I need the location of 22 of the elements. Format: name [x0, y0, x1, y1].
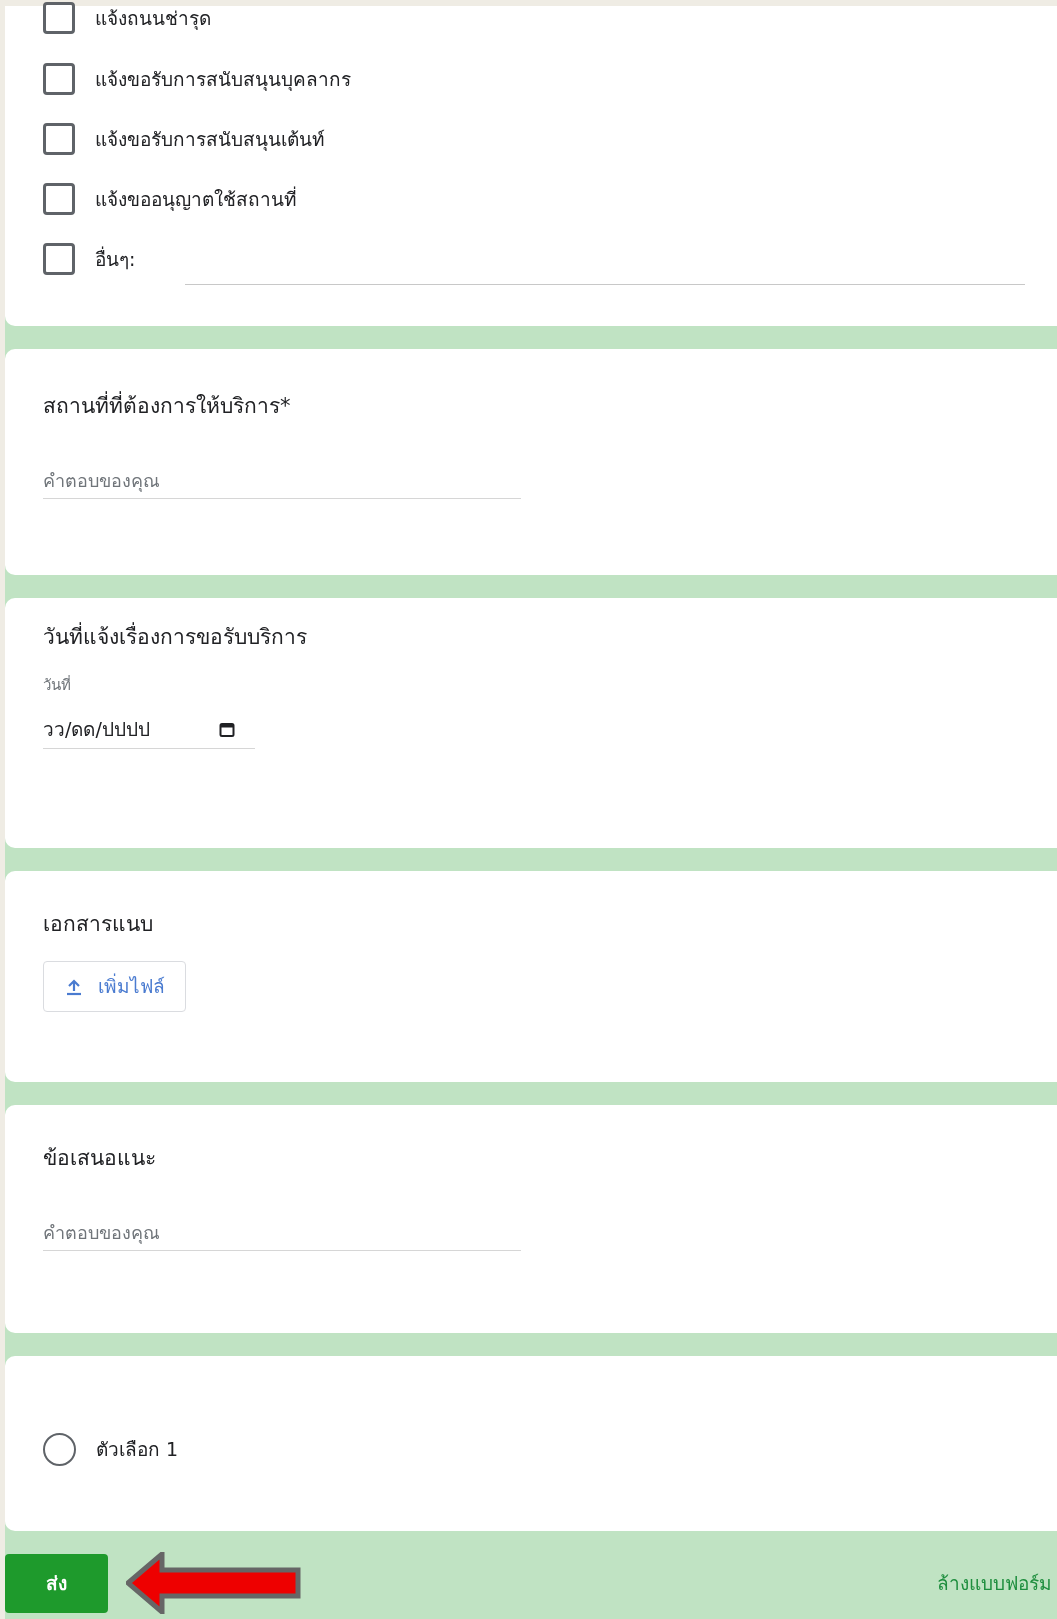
date-field[interactable]: วว/ดด/ปปปป — [43, 711, 255, 749]
option-label: แจ้งขออนุญาตใช้สถานที่ — [95, 185, 297, 213]
date-label: วันที่ — [43, 674, 71, 696]
checkbox[interactable] — [43, 63, 75, 95]
checkbox[interactable] — [43, 123, 75, 155]
option-label: อื่นๆ: — [95, 245, 136, 272]
radio-button[interactable] — [43, 1432, 76, 1466]
option-label: แจ้งขอรับการสนับสนุนบุคลากร — [95, 66, 351, 93]
option-label: แจ้งถนนช่ารุด — [95, 5, 211, 32]
question-title: วันที่แจ้งเรื่องการขอรับบริการ — [43, 622, 307, 652]
submit-button[interactable]: ส่ง — [5, 1553, 108, 1613]
calendar-icon[interactable] — [219, 721, 235, 738]
question-title: ข้อเสนอแนะ — [43, 1145, 156, 1172]
clear-form-link[interactable]: ล้างแบบฟอร์ม — [937, 1568, 1052, 1598]
add-file-button[interactable]: เพิ่มไฟล์ — [43, 961, 186, 1012]
question-title: เอกสารแนบ — [43, 911, 153, 938]
option-label: แจ้งขอรับการสนับสนุนเต้นท์ — [95, 126, 325, 153]
question-title: สถานที่ที่ต้องการให้บริการ* — [43, 391, 291, 421]
option-label: ตัวเลือก 1 — [96, 1436, 179, 1462]
checkbox[interactable] — [43, 243, 75, 275]
checkbox[interactable] — [43, 2, 75, 34]
checkbox[interactable] — [43, 183, 75, 215]
